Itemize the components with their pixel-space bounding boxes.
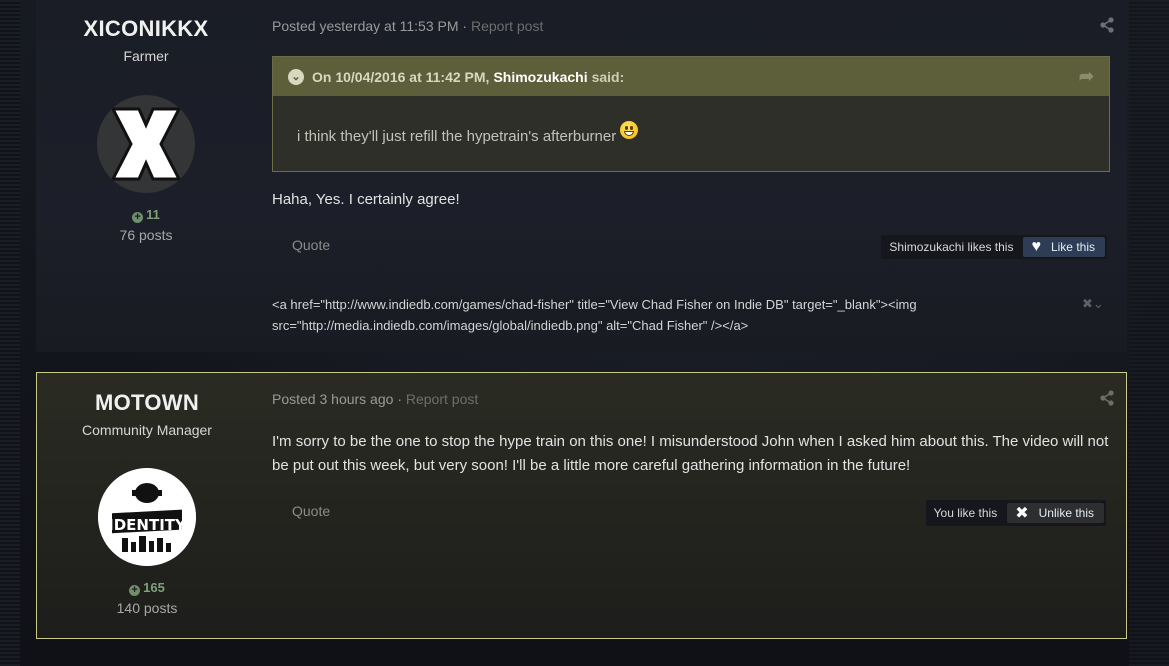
post-body: I'm sorry to be the one to stop the hype… — [272, 433, 1109, 474]
reputation-count: 11 — [146, 207, 160, 222]
quote-said: said: — [591, 68, 625, 85]
quote-header: ⌄ On 10/04/2016 at 11:42 PM, Shimozukach… — [273, 57, 1109, 96]
plus-icon: + — [132, 212, 144, 223]
author-panel: MOTOWN Community Manager IDENTITY +165 1… — [37, 390, 257, 616]
author-name[interactable]: MOTOWN — [37, 390, 257, 416]
close-icon: ✖ — [1015, 505, 1029, 522]
meta-separator: · — [397, 391, 402, 407]
share-icon[interactable] — [1099, 390, 1115, 406]
avatar-identity-icon: IDENTITY — [98, 468, 196, 566]
likes-text[interactable]: Shimozukachi likes this — [889, 240, 1013, 254]
reputation-badge: +165 — [37, 580, 257, 596]
meta-separator: · — [462, 18, 468, 34]
like-bar: You like this ✖ Unlike this — [925, 500, 1106, 526]
quote-button[interactable]: Quote — [292, 503, 330, 519]
post-count: 76 posts — [119, 227, 173, 243]
post-body: Haha, Yes. I certainly agree! — [272, 191, 460, 208]
unlike-button[interactable]: ✖ Unlike this — [1007, 503, 1104, 523]
quote-date: On 10/04/2016 at 11:42 PM, — [312, 68, 490, 85]
grin-smiley-icon — [620, 121, 639, 139]
post-date[interactable]: Posted yesterday at 11:53 PM — [272, 18, 459, 34]
signature-controls[interactable]: ✖⌄ — [1082, 296, 1104, 312]
avatar[interactable] — [97, 95, 195, 193]
share-icon[interactable] — [1099, 17, 1115, 33]
forum-post-highlighted: MOTOWN Community Manager IDENTITY +165 1… — [36, 372, 1127, 639]
heart-icon: ♥ — [1031, 238, 1041, 255]
post-date[interactable]: Posted 3 hours ago — [272, 391, 393, 407]
report-post-link[interactable]: Report post — [406, 391, 478, 407]
post-count: 140 posts — [116, 600, 178, 616]
quote-block: ⌄ On 10/04/2016 at 11:42 PM, Shimozukach… — [272, 56, 1110, 172]
close-icon[interactable]: ✖ — [1082, 296, 1093, 311]
like-button-label: Like this — [1050, 240, 1095, 254]
forum-post: XICONIKKX Farmer +11 76 posts Posted yes… — [36, 0, 1127, 352]
report-post-link[interactable]: Report post — [471, 18, 543, 34]
quote-body: i think they'll just refill the hypetrai… — [273, 96, 1109, 145]
avatar[interactable]: IDENTITY — [98, 468, 196, 566]
author-name[interactable]: XICONIKKX — [36, 16, 256, 42]
quote-author[interactable]: Shimozukachi — [493, 69, 587, 85]
signature: <a href="http://www.indiedb.com/games/ch… — [272, 297, 917, 333]
avatar-x-icon — [110, 107, 182, 181]
like-bar: Shimozukachi likes this ♥ Like this — [881, 235, 1107, 259]
author-panel: XICONIKKX Farmer +11 76 posts — [36, 16, 256, 243]
avatar-text: IDENTITY — [108, 516, 187, 534]
go-to-quote-icon[interactable]: ➦ — [1079, 66, 1094, 87]
quote-text: i think they'll just refill the hypetrai… — [297, 128, 617, 145]
chevron-down-icon[interactable]: ⌄ — [288, 68, 304, 85]
reputation-count: 165 — [143, 580, 165, 595]
chevron-down-icon[interactable]: ⌄ — [1093, 296, 1104, 311]
post-meta: Posted 3 hours ago · Report post — [272, 391, 478, 407]
author-title: Farmer — [123, 48, 169, 64]
likes-text[interactable]: You like this — [934, 506, 998, 520]
quote-button[interactable]: Quote — [292, 237, 330, 253]
author-title: Community Manager — [82, 422, 212, 438]
reputation-badge: +11 — [36, 207, 256, 223]
unlike-button-label: Unlike this — [1038, 506, 1094, 520]
post-meta: Posted yesterday at 11:53 PM · Report po… — [272, 18, 543, 34]
like-button[interactable]: ♥ Like this — [1023, 237, 1105, 257]
plus-icon: + — [129, 585, 141, 596]
